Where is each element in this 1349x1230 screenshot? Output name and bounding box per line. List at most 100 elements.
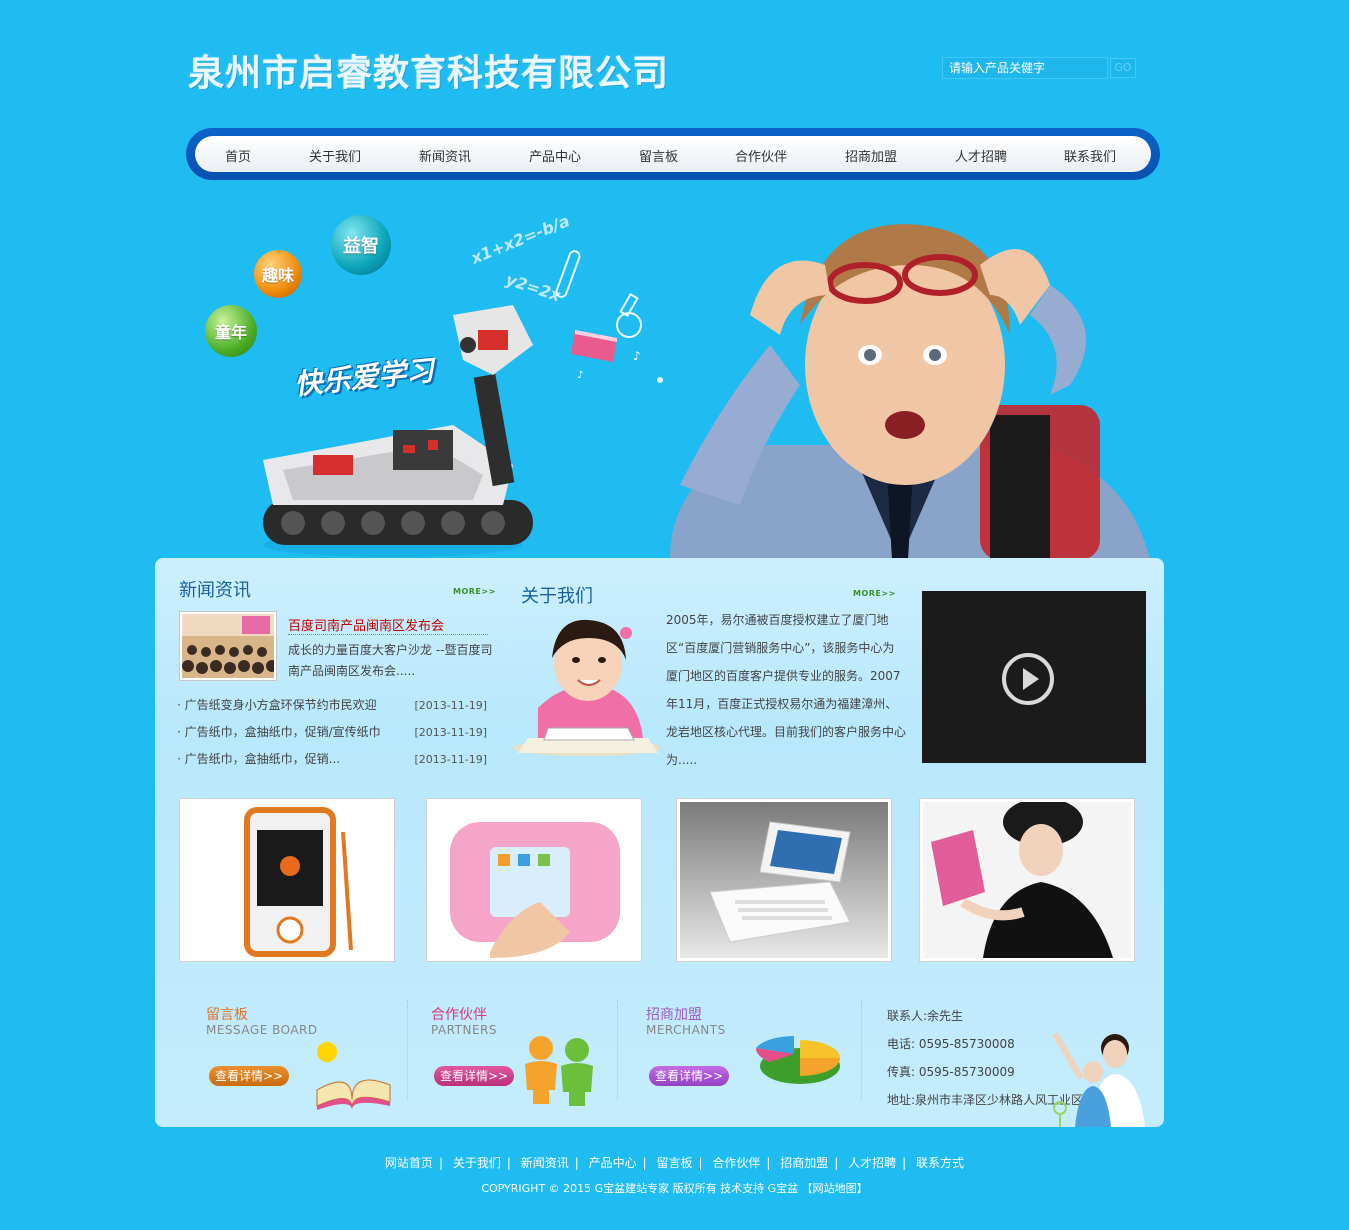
list-item[interactable]: · 广告纸巾，盒抽纸巾，促销/宣传纸巾 [2013-11-19] (177, 719, 487, 746)
copyright: COPYRIGHT © 2015 G宝盆建站专家 版权所有 技术支持 G宝盆 【… (481, 1182, 868, 1195)
footer-link-jobs[interactable]: 人才招聘 (848, 1156, 896, 1170)
footer-link-news[interactable]: 新闻资讯 (521, 1156, 569, 1170)
merchants-title: 招商加盟 (646, 1007, 702, 1023)
footer-link-about[interactable]: 关于我们 (453, 1156, 501, 1170)
content-panel: 新闻资讯 MORE>> 百度司南产品闽南区发布会 成长的力量百度大客户沙龙 --… (155, 558, 1164, 1127)
partners-icon (525, 1036, 593, 1106)
family-image (1052, 1032, 1145, 1127)
robot-image (263, 305, 533, 557)
nav-item-home[interactable]: 首页 (225, 146, 251, 165)
pie-chart-icon (755, 1035, 840, 1084)
main-nav: 首页 关于我们 新闻资讯 产品中心 留言板 合作伙伴 招商加盟 人才招聘 联系我… (186, 128, 1160, 180)
news-bullet: · (177, 752, 185, 766)
section-divider (617, 1000, 618, 1100)
merchants-button[interactable]: 查看详情>> (649, 1066, 729, 1086)
footer-separator: | (766, 1156, 771, 1170)
footer-link-franchise[interactable]: 招商加盟 (780, 1156, 828, 1170)
merchants-subtitle: MERCHANTS (646, 1023, 726, 1037)
footer-separator: | (574, 1156, 579, 1170)
news-item-date: [2013-11-19] (414, 753, 487, 766)
product-card[interactable] (426, 798, 642, 962)
site-title: 泉州市启睿教育科技有限公司 (188, 53, 670, 94)
boy-image (670, 224, 1150, 560)
message-board-title: 留言板 (206, 1007, 248, 1023)
news-item-date: [2013-11-19] (414, 726, 487, 739)
partners-block: 合作伙伴 PARTNERS 查看详情>> (431, 988, 631, 1127)
section-divider (407, 1000, 408, 1100)
section-divider (861, 1000, 862, 1100)
footer-separator: | (902, 1156, 907, 1170)
product-card[interactable] (919, 798, 1135, 962)
news-item-text: 广告纸巾，盒抽纸巾，促销... (184, 752, 341, 766)
message-board-button[interactable]: 查看详情>> (209, 1066, 289, 1086)
ball-quwei: 趣味 (254, 250, 302, 298)
nav-item-news[interactable]: 新闻资讯 (419, 146, 471, 165)
news-bullet: · (177, 725, 185, 739)
news-item-text: 广告纸变身小方盒环保节约市民欢迎 (184, 698, 377, 712)
footer-separator: | (698, 1156, 703, 1170)
partners-button[interactable]: 查看详情>> (434, 1066, 514, 1086)
list-item[interactable]: · 广告纸巾，盒抽纸巾，促销... [2013-11-19] (177, 746, 487, 773)
book-icon (316, 1042, 391, 1110)
news-title: 新闻资讯 (179, 580, 251, 601)
bottom-section: 留言板 MESSAGE BOARD 查看详情>> 合作伙伴 PARTNERS 查… (155, 988, 1164, 1127)
footer-separator: | (642, 1156, 647, 1170)
merchants-block: 招商加盟 MERCHANTS 查看详情>> (646, 988, 866, 1127)
nav-item-partners[interactable]: 合作伙伴 (735, 146, 787, 165)
svg-text:♪: ♪ (633, 349, 641, 363)
nav-item-guestbook[interactable]: 留言板 (639, 146, 678, 165)
news-section: 新闻资讯 MORE>> 百度司南产品闽南区发布会 成长的力量百度大客户沙龙 --… (155, 558, 500, 780)
nav-bar: 首页 关于我们 新闻资讯 产品中心 留言板 合作伙伴 招商加盟 人才招聘 联系我… (195, 136, 1151, 172)
list-item[interactable]: · 广告纸变身小方盒环保节约市民欢迎 [2013-11-19] (177, 692, 487, 719)
news-bullet: · (177, 698, 185, 712)
dotted-divider (288, 634, 488, 635)
ball-tongnian: 童年 (205, 305, 257, 357)
search-button[interactable]: GO (1110, 58, 1136, 78)
news-more-link[interactable]: MORE>> (453, 587, 496, 596)
footer-link-contact[interactable]: 联系方式 (916, 1156, 964, 1170)
product-tablet-image (430, 802, 638, 958)
product-gallery (179, 798, 1139, 962)
about-more-link[interactable]: MORE>> (853, 589, 896, 598)
play-icon[interactable] (1002, 653, 1054, 705)
message-board-subtitle: MESSAGE BOARD (206, 1023, 318, 1037)
product-laptop-image (680, 802, 888, 958)
footer-link-partners[interactable]: 合作伙伴 (712, 1156, 760, 1170)
nav-item-jobs[interactable]: 人才招聘 (955, 146, 1007, 165)
about-text: 2005年，易尔通被百度授权建立了厦门地区“百度厦门营销服务中心”，该服务中心为… (666, 613, 907, 767)
product-card[interactable] (179, 798, 395, 962)
partners-subtitle: PARTNERS (431, 1023, 497, 1037)
hero-banner: 益智 趣味 童年 x1+x2=-b/a y2=2x 快乐爱学习 ♪ ♪ (0, 180, 1349, 560)
science-icons: ♪ ♪ (555, 250, 663, 383)
conference-image (182, 614, 278, 678)
news-thumbnail[interactable] (179, 611, 278, 681)
about-title: 关于我们 (521, 586, 593, 607)
footer-separator: | (438, 1156, 443, 1170)
search-input[interactable]: 请输入产品关健字 (942, 57, 1108, 79)
news-list: · 广告纸变身小方盒环保节约市民欢迎 [2013-11-19] · 广告纸巾，盒… (177, 692, 487, 773)
contact-person: 联系人:余先生 (887, 1009, 964, 1023)
news-item-text: 广告纸巾，盒抽纸巾，促销/宣传纸巾 (184, 725, 381, 739)
news-item-date: [2013-11-19] (414, 699, 487, 712)
nav-item-franchise[interactable]: 招商加盟 (845, 146, 897, 165)
nav-item-products[interactable]: 产品中心 (529, 146, 581, 165)
product-model-image (923, 798, 1131, 958)
footer-separator: | (506, 1156, 511, 1170)
girl-image (513, 619, 660, 756)
svg-text:♪: ♪ (577, 370, 583, 381)
news-summary: 成长的力量百度大客户沙龙 --暨百度司南产品闽南区发布会..... (288, 643, 493, 678)
message-board-block: 留言板 MESSAGE BOARD 查看详情>> (206, 988, 406, 1127)
product-card[interactable] (676, 798, 892, 962)
news-headline[interactable]: 百度司南产品闽南区发布会 (288, 615, 444, 634)
footer-links: 网站首页 | 关于我们 | 新闻资讯 | 产品中心 | 留言板 | 合作伙伴 | 招商加盟 |… (0, 1154, 1349, 1171)
footer-link-products[interactable]: 产品中心 (589, 1156, 637, 1170)
nav-item-about[interactable]: 关于我们 (309, 146, 361, 165)
nav-item-contact[interactable]: 联系我们 (1064, 146, 1116, 165)
footer-link-guestbook[interactable]: 留言板 (656, 1156, 692, 1170)
product-phone-image (183, 802, 391, 958)
video-player[interactable] (922, 591, 1146, 763)
ball-yizhi: 益智 (331, 215, 391, 275)
footer-link-home[interactable]: 网站首页 (385, 1156, 433, 1170)
footer-separator: | (834, 1156, 839, 1170)
partners-title: 合作伙伴 (431, 1007, 487, 1023)
